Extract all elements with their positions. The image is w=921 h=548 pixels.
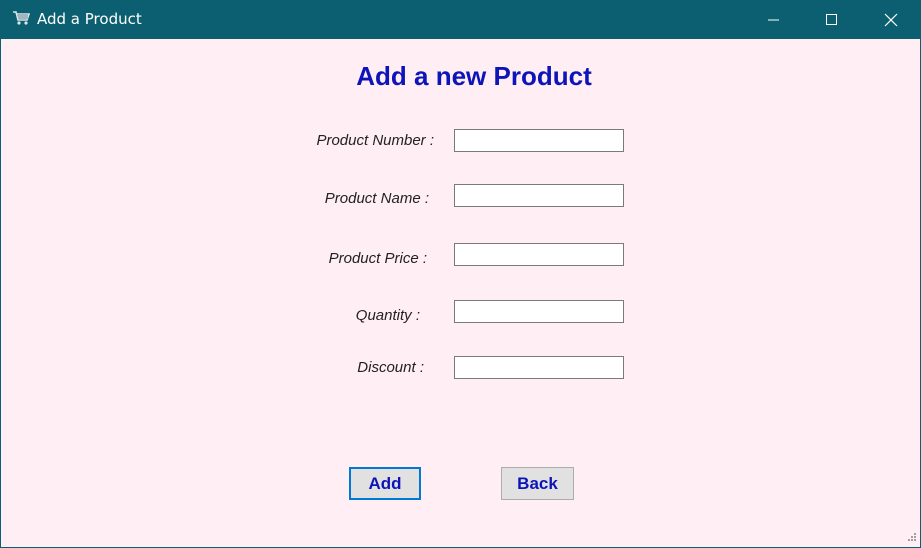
- close-icon: [884, 13, 898, 26]
- quantity-label: Quantity :: [355, 307, 420, 324]
- resize-grip-icon[interactable]: [905, 532, 917, 544]
- maximize-button[interactable]: [803, 0, 861, 39]
- quantity-input[interactable]: [454, 300, 624, 323]
- product-price-label: Product Price :: [328, 250, 427, 267]
- product-number-input[interactable]: [454, 129, 624, 152]
- add-button[interactable]: Add: [349, 467, 421, 500]
- close-button[interactable]: [862, 0, 920, 39]
- discount-input[interactable]: [454, 356, 624, 379]
- product-price-input[interactable]: [454, 243, 624, 266]
- shopping-cart-icon: [13, 11, 31, 25]
- product-number-label: Product Number :: [316, 132, 434, 149]
- title-bar[interactable]: Add a Product: [1, 0, 921, 39]
- form-heading: Add a new Product: [356, 61, 592, 91]
- product-name-label: Product Name :: [324, 190, 429, 207]
- back-button[interactable]: Back: [501, 467, 574, 500]
- product-name-input[interactable]: [454, 184, 624, 207]
- discount-label: Discount :: [357, 359, 424, 376]
- add-product-window: Add a Product Add a new Product Product …: [0, 0, 921, 548]
- window-title: Add a Product: [37, 10, 142, 28]
- maximize-icon: [826, 13, 837, 25]
- minimize-button[interactable]: [745, 0, 803, 39]
- minimize-icon: [768, 19, 779, 20]
